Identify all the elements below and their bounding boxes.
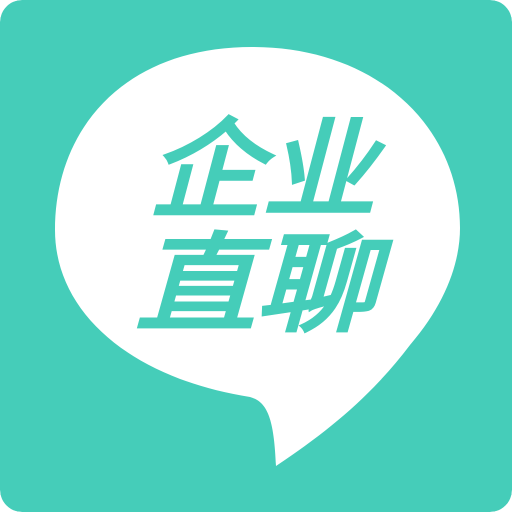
logo-text: 企业 直聊: [135, 109, 394, 348]
app-icon[interactable]: 企业 直聊: [0, 0, 512, 512]
logo-text-line-2: 直聊: [135, 223, 394, 348]
logo-text-line-1: 企业: [148, 109, 387, 234]
app-icon-graphic: 企业 直聊: [0, 0, 512, 512]
